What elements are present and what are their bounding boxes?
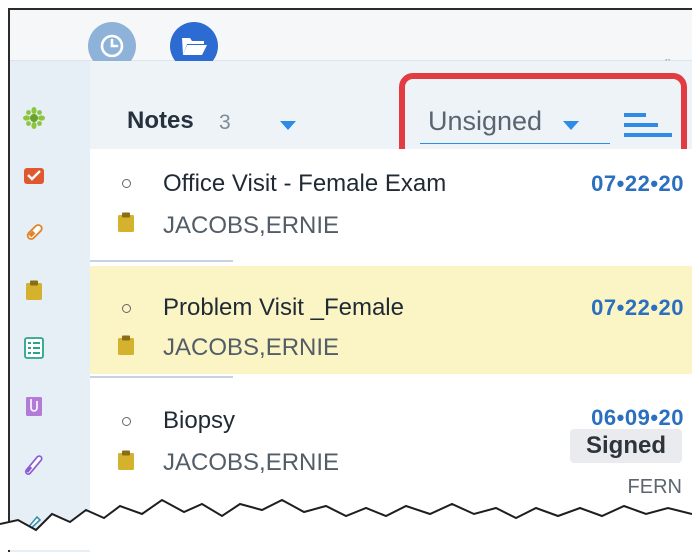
note-row-selected[interactable]: Problem Visit _Female 07•22•20 JACOBS,ER…: [90, 266, 692, 374]
row-radio[interactable]: [122, 417, 131, 426]
list-icon[interactable]: [23, 337, 45, 359]
notes-title[interactable]: Notes: [127, 107, 194, 135]
note-title: Problem Visit _Female: [163, 294, 404, 321]
inbox-icon[interactable]: [23, 165, 45, 187]
row-divider: [90, 376, 233, 378]
clipboard-icon[interactable]: [23, 279, 45, 301]
note-title: Biopsy: [163, 407, 236, 434]
notes-count: 3: [219, 111, 231, 134]
folder-open-icon: [182, 38, 207, 55]
note-date: 06•09•20: [591, 405, 684, 430]
clock-icon: [100, 34, 124, 58]
note-date: 07•22•20: [591, 295, 684, 320]
pill-icon[interactable]: [23, 221, 45, 243]
row-radio[interactable]: [122, 304, 131, 313]
note-author: JACOBS,ERNIE: [163, 212, 340, 239]
note-title: Office Visit - Female Exam: [163, 170, 447, 197]
note-author: JACOBS,ERNIE: [163, 334, 340, 361]
status-badge: Signed: [570, 429, 682, 463]
filter-chevron-down-icon: [563, 121, 579, 130]
row-divider: [90, 260, 233, 262]
sort-lines-icon: [624, 113, 672, 137]
clipboard-icon: [118, 335, 134, 355]
sort-button[interactable]: [622, 103, 674, 147]
note-date: 07•22•20: [591, 171, 684, 196]
row-radio[interactable]: [122, 179, 131, 188]
signature-filter-select[interactable]: Unsigned: [420, 99, 610, 144]
torn-edge-decoration: [0, 498, 692, 550]
document-clip-icon[interactable]: [23, 395, 45, 417]
notes-header: Notes 3 Unsigned: [90, 61, 692, 149]
star-flower-icon[interactable]: [23, 107, 45, 129]
clipboard-icon: [118, 212, 134, 232]
note-row[interactable]: Office Visit - Female Exam 07•22•20 JACO…: [90, 149, 692, 259]
filter-value: Unsigned: [428, 106, 543, 136]
chevron-down-icon[interactable]: [280, 121, 296, 130]
top-toolbar: [10, 10, 692, 70]
clipboard-icon: [118, 450, 134, 470]
